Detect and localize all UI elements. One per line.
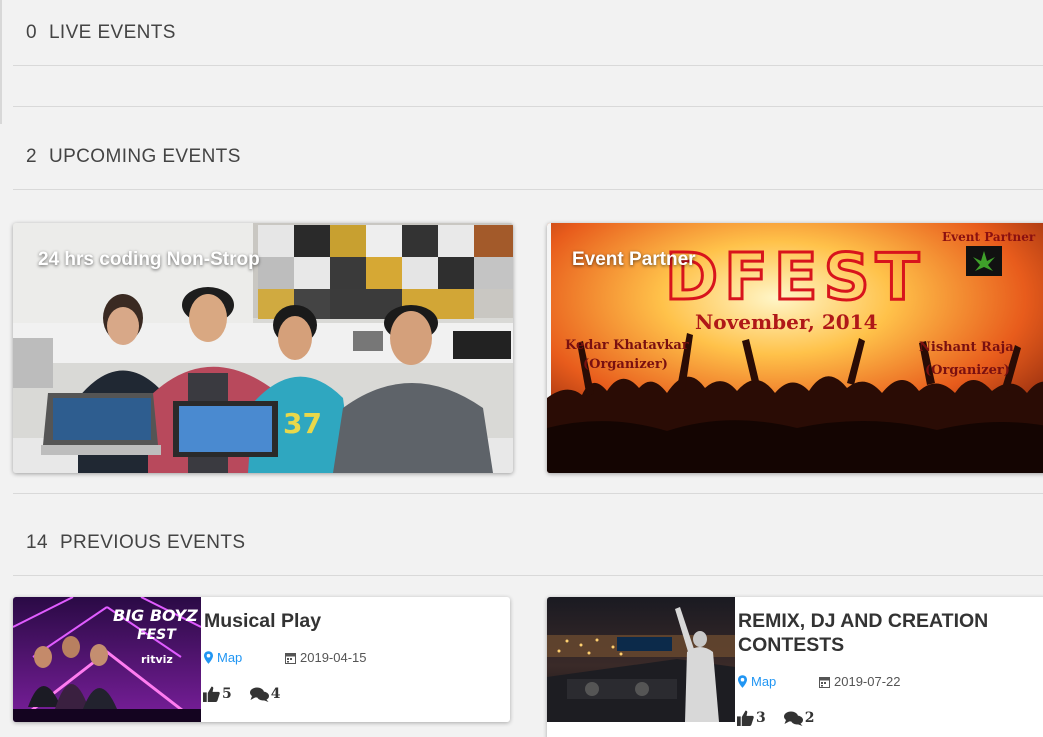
divider [13, 189, 1043, 190]
calendar-icon [285, 652, 296, 664]
upcoming-event-title: Event Partner [572, 249, 696, 270]
likes-stat[interactable]: 3 [737, 710, 766, 726]
upcoming-event-card[interactable]: DFEST November, 2014 Kedar Khatavkar (Or… [547, 223, 1043, 473]
likes-count: 5 [222, 686, 232, 702]
map-link[interactable]: Map [204, 650, 242, 665]
event-stats: 5 4 [203, 686, 299, 702]
map-link[interactable]: Map [738, 674, 776, 689]
divider [13, 575, 1043, 576]
previous-event-card[interactable]: BIG BOYZ FEST ritviz Musical Play Map 20… [13, 597, 510, 722]
event-meta: Map 2019-04-15 [204, 650, 464, 665]
event-date: 2019-07-22 [819, 674, 901, 689]
event-stats: 3 2 [737, 710, 833, 726]
thumbs-up-icon [203, 686, 220, 702]
upcoming-events-count: 2 [26, 146, 37, 167]
poster-right-name: Nishant Raja [919, 340, 1014, 355]
previous-event-title: REMIX, DJ AND CREATION CONTESTS [738, 610, 989, 656]
comments-stat[interactable]: 2 [783, 710, 815, 726]
comments-icon [249, 687, 269, 702]
comments-icon [783, 711, 803, 726]
event-meta: Map 2019-07-22 [738, 674, 998, 689]
comments-stat[interactable]: 4 [249, 686, 281, 702]
upcoming-events-label: UPCOMING EVENTS [48, 146, 241, 167]
divider [13, 65, 1043, 66]
event-date-text: 2019-07-22 [834, 674, 901, 689]
live-events-label: LIVE EVENTS [48, 22, 176, 43]
poster-left-role: (Organizer) [583, 357, 668, 372]
event-date: 2019-04-15 [285, 650, 367, 665]
poster-date: November, 2014 [695, 310, 878, 334]
live-events-heading: 0 LIVE EVENTS [26, 22, 176, 44]
previous-event-card[interactable]: REMIX, DJ AND CREATION CONTESTS Map 2019… [547, 597, 1043, 737]
map-label: Map [751, 674, 777, 689]
previous-event-title: Musical Play [204, 610, 322, 632]
left-edge-bar [0, 0, 2, 124]
upcoming-events-heading: 2 UPCOMING EVENTS [26, 146, 241, 168]
live-events-count: 0 [26, 22, 37, 43]
map-label: Map [217, 650, 243, 665]
poster-right-role: (Organizer) [925, 363, 1010, 378]
svg-text:37: 37 [283, 407, 322, 440]
poster-headline: DFEST [665, 241, 925, 315]
comments-count: 4 [270, 686, 281, 702]
upcoming-event-title: 24 hrs coding Non-Strop [38, 249, 260, 270]
map-marker-icon [738, 675, 747, 688]
calendar-icon [819, 676, 830, 688]
comments-count: 2 [804, 710, 815, 726]
event-thumbnail: BIG BOYZ FEST ritviz [13, 597, 201, 722]
poster-line1: BIG BOYZ [113, 606, 198, 625]
previous-events-label: PREVIOUS EVENTS [59, 532, 246, 553]
previous-events-count: 14 [26, 532, 48, 553]
poster-artist: ritviz [141, 653, 173, 666]
event-thumbnail [547, 597, 735, 722]
poster-line2: FEST [137, 627, 177, 643]
map-marker-icon [204, 651, 213, 664]
event-date-text: 2019-04-15 [300, 650, 367, 665]
divider [13, 493, 1043, 494]
upcoming-event-card[interactable]: 37 24 hrs coding Non-Strop [13, 223, 513, 473]
poster-left-name: Kedar Khatavkar [565, 338, 689, 353]
likes-stat[interactable]: 5 [203, 686, 232, 702]
poster-partner-label: Event Partner [942, 230, 1036, 244]
likes-count: 3 [756, 710, 766, 726]
thumbs-up-icon [737, 710, 754, 726]
previous-events-heading: 14 PREVIOUS EVENTS [26, 532, 245, 554]
divider [13, 106, 1043, 107]
